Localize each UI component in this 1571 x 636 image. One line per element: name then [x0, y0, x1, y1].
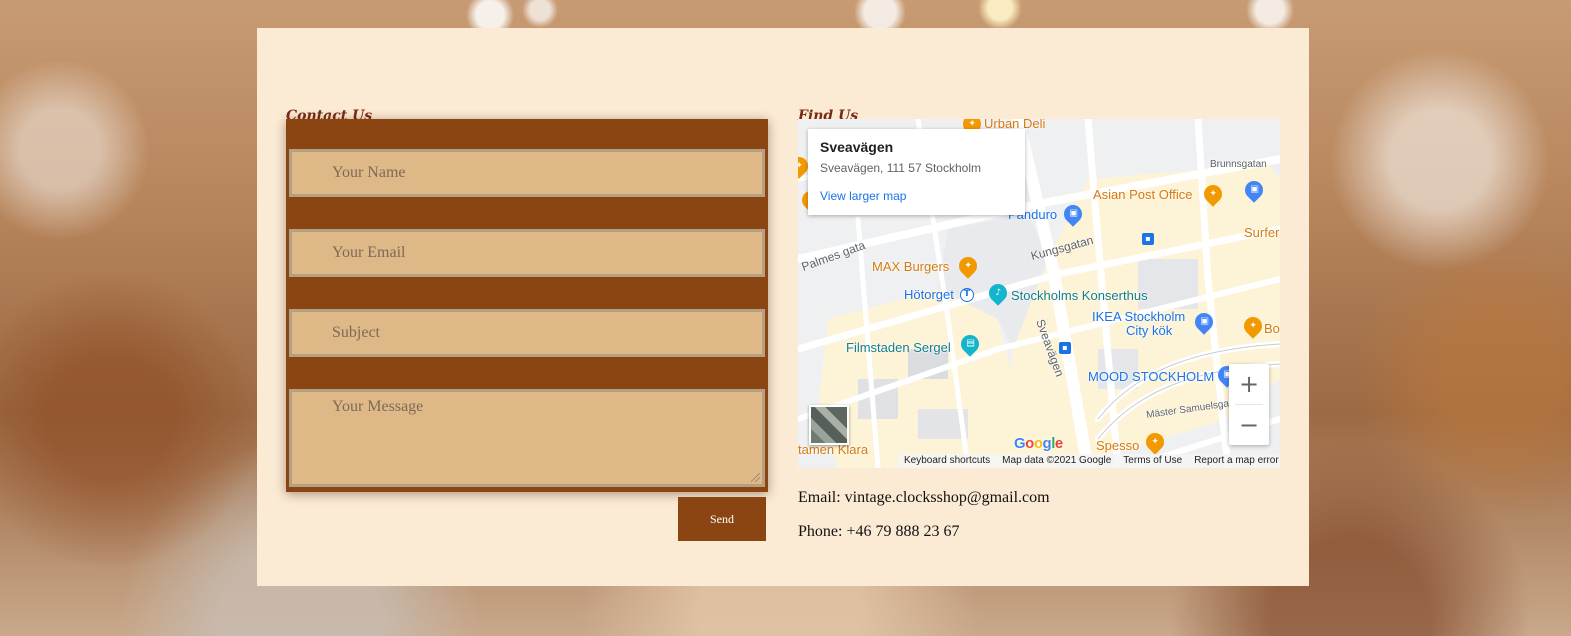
place-title: Sveavägen — [820, 139, 894, 155]
message-field[interactable]: Your Message — [289, 389, 765, 487]
poi-spesso[interactable]: Spesso — [1096, 438, 1139, 453]
map-attribution: Keyboard shortcuts Map data ©2021 Google… — [898, 454, 1280, 468]
zoom-in-button[interactable]: + — [1229, 364, 1269, 404]
poi-hotorget[interactable]: Hötorget — [904, 287, 954, 302]
google-logo: Google — [1014, 435, 1063, 452]
phone-text: Phone: +46 79 888 23 67 — [798, 523, 960, 540]
report-error-link[interactable]: Report a map error — [1188, 454, 1280, 468]
poi-asian-post[interactable]: Asian Post Office — [1093, 187, 1192, 202]
google-map[interactable]: Kungsgatan Palmes gata Sveavägen Brunnsg… — [798, 119, 1280, 468]
resize-grip-icon[interactable] — [751, 473, 760, 482]
send-button[interactable]: Send — [678, 497, 766, 541]
place-info-card: Sveavägen Sveavägen, 111 57 Stockholm Vi… — [808, 129, 1025, 215]
poi-ikea[interactable]: IKEA Stockholm — [1092, 309, 1185, 324]
poi-konserthus[interactable]: Stockholms Konserthus — [1011, 288, 1148, 303]
poi-max-burgers[interactable]: MAX Burgers — [872, 259, 949, 274]
zoom-out-button[interactable]: − — [1229, 405, 1269, 445]
bus-stop-icon[interactable]: ▪ — [1059, 342, 1071, 354]
name-field[interactable]: Your Name — [289, 149, 765, 197]
place-address: Sveavägen, 111 57 Stockholm — [820, 161, 981, 175]
satellite-toggle[interactable] — [809, 405, 849, 445]
street-brunnsgatan: Brunnsgatan — [1210, 159, 1267, 170]
contact-form: Your Name Your Email Subject Your Messag… — [286, 119, 768, 492]
subject-field[interactable]: Subject — [289, 309, 765, 357]
poi-ikea-city[interactable]: City kök — [1126, 323, 1172, 338]
metro-icon[interactable]: T — [960, 288, 974, 302]
contact-panel: Contact Us Find Us Your Name Your Email … — [257, 28, 1309, 586]
poi-bo[interactable]: Bo — [1264, 321, 1280, 336]
poi-surfers[interactable]: Surfers — [1244, 225, 1280, 240]
poi-mood[interactable]: MOOD STOCKHOLM — [1088, 369, 1214, 384]
bus-stop-icon[interactable]: ▪ — [1142, 233, 1154, 245]
keyboard-shortcuts-link[interactable]: Keyboard shortcuts — [898, 454, 997, 468]
email-field[interactable]: Your Email — [289, 229, 765, 277]
view-larger-map-link[interactable]: View larger map — [820, 189, 1013, 203]
email-text: Email: vintage.clocksshop@gmail.com — [798, 489, 1050, 506]
zoom-controls: + − — [1229, 364, 1269, 445]
map-data-text: Map data ©2021 Google — [996, 454, 1118, 468]
terms-link[interactable]: Terms of Use — [1117, 454, 1189, 468]
poi-filmstaden[interactable]: Filmstaden Sergel — [846, 340, 951, 355]
message-placeholder: Your Message — [332, 398, 424, 415]
